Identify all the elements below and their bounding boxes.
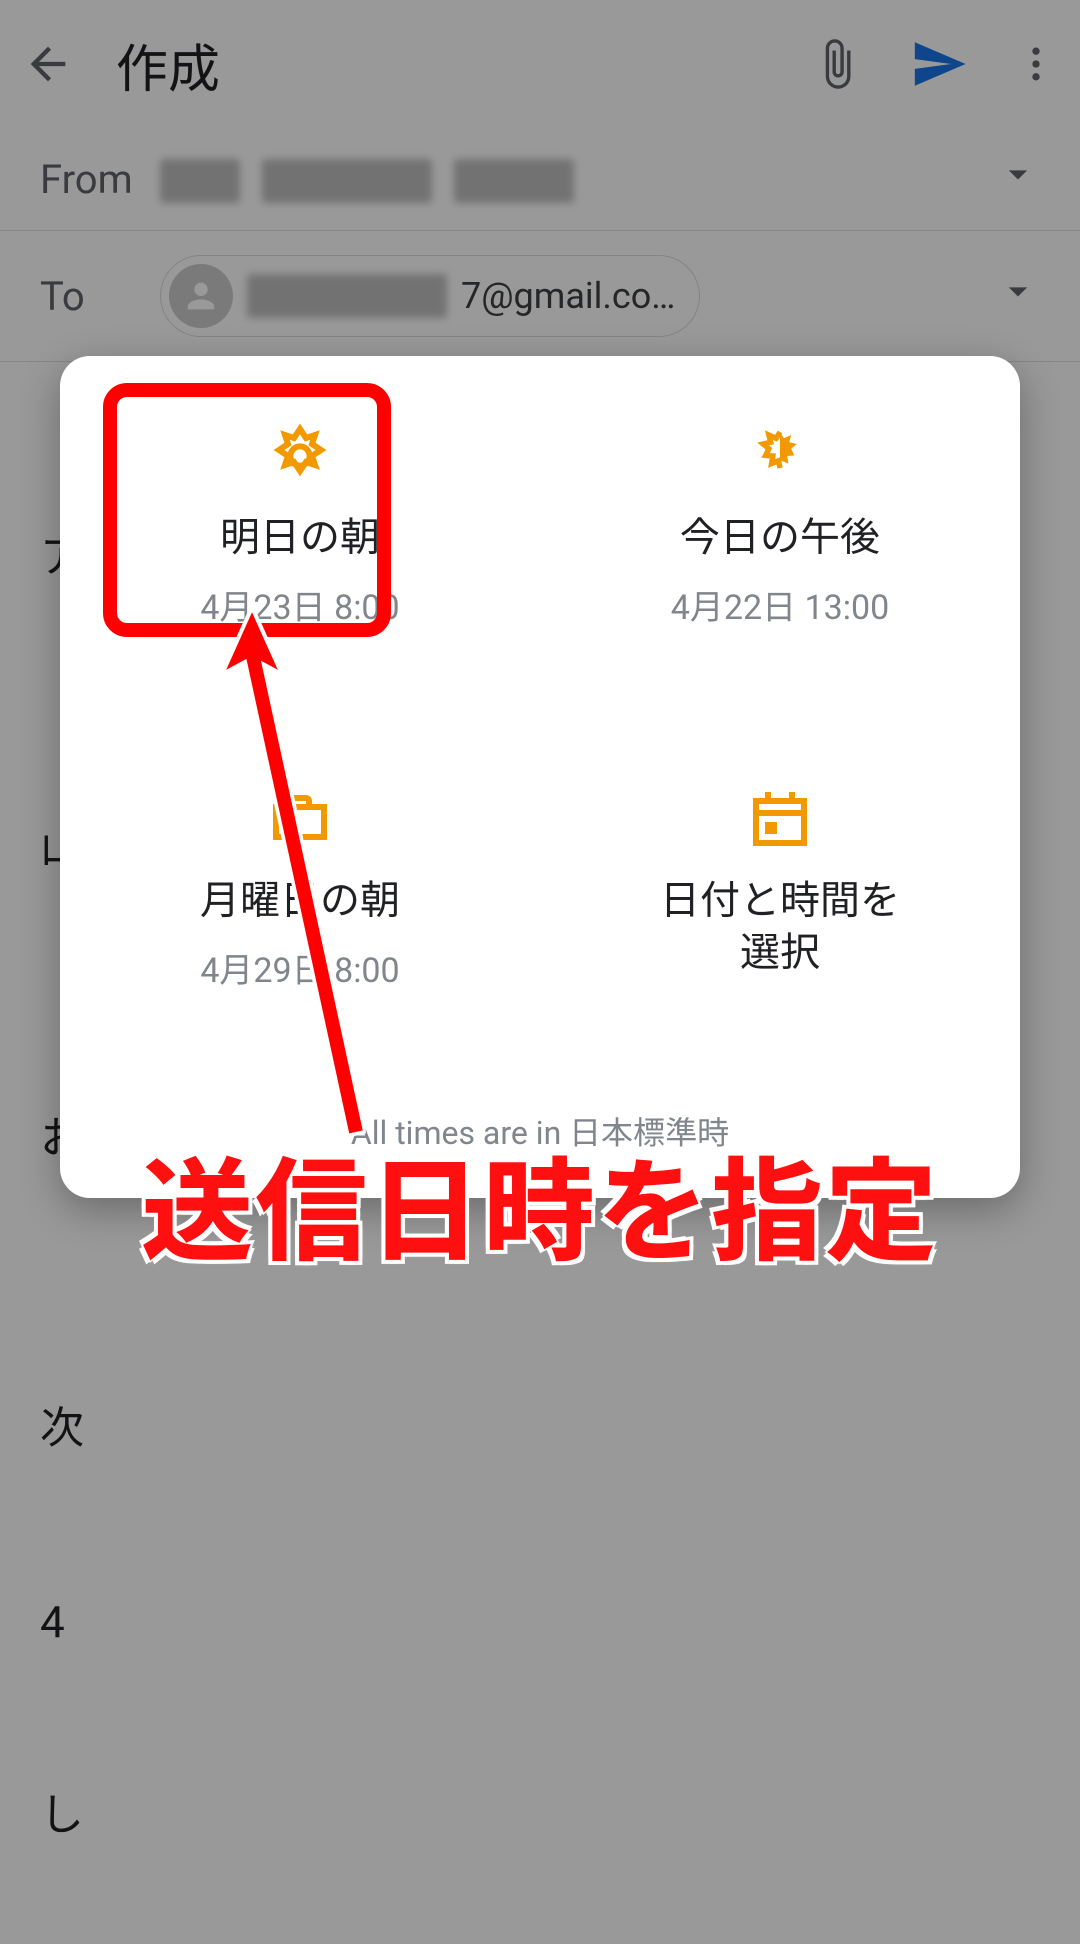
option-label: 日付と時間を 選択 [660,875,900,979]
schedule-send-dialog: 明日の朝 4月23日 8:00 今日の午後 4月22日 13:00 月曜日の朝 … [60,356,1020,1198]
option-label: 今日の午後 [680,512,880,564]
option-sub: 4月29日 8:00 [200,943,399,992]
option-label: 月曜日の朝 [200,875,400,927]
option-today-afternoon[interactable]: 今日の午後 4月22日 13:00 [540,396,1020,649]
calendar-icon [744,779,816,859]
annotation-caption: 送信日時を指定 [0,1122,1080,1284]
option-sub: 4月23日 8:00 [200,580,399,629]
option-tomorrow-morning[interactable]: 明日の朝 4月23日 8:00 [60,396,540,649]
option-label: 明日の朝 [220,512,380,564]
option-sub: 4月22日 13:00 [671,580,889,629]
briefcase-icon [264,779,336,859]
option-monday-morning[interactable]: 月曜日の朝 4月29日 8:00 [60,759,540,1012]
option-pick-date-time[interactable]: 日付と時間を 選択 [540,759,1020,1012]
half-sun-icon [744,416,816,496]
sun-icon [264,416,336,496]
